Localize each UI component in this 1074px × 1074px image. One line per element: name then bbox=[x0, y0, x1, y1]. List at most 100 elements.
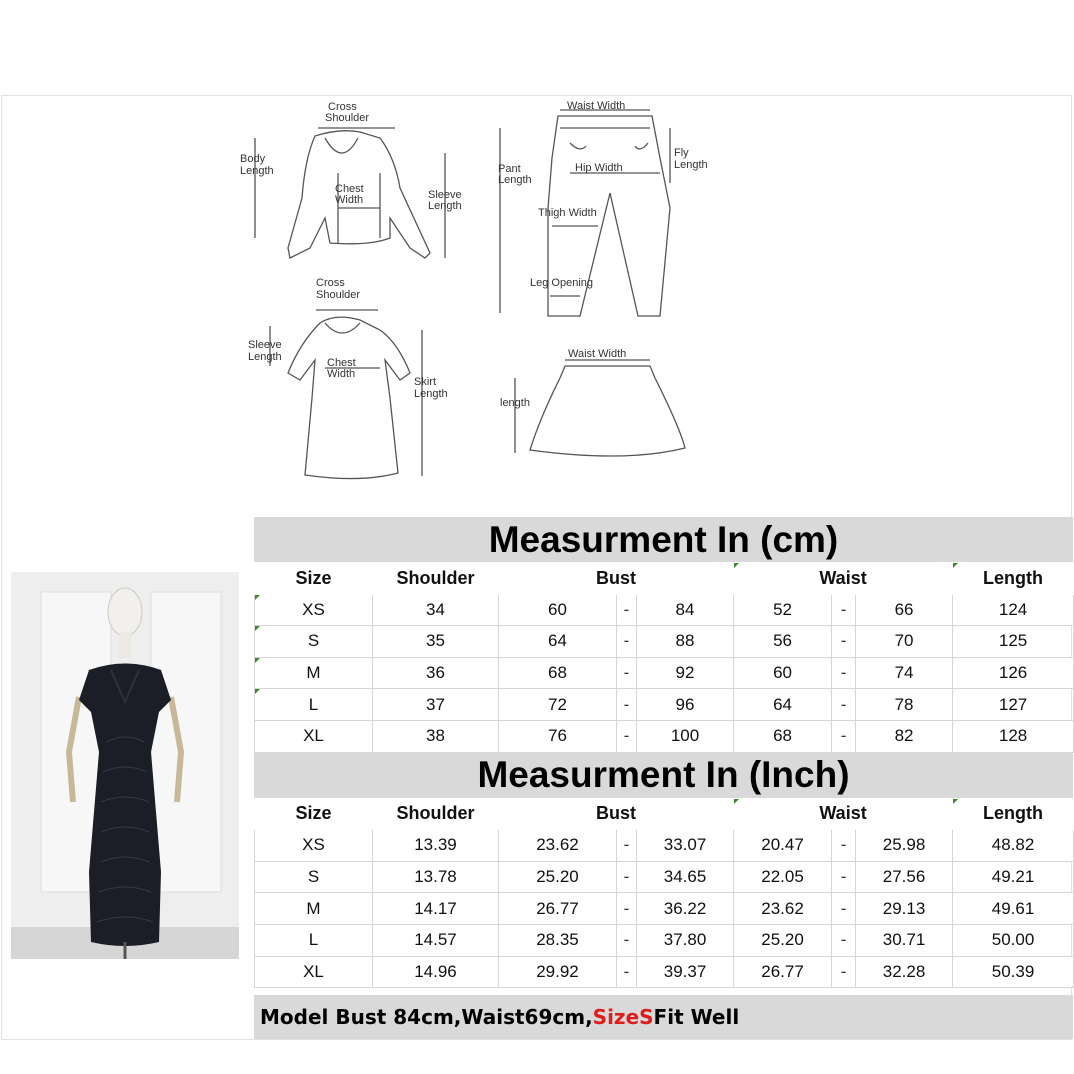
cell-waist-min: 64 bbox=[733, 688, 833, 721]
range-dash: - bbox=[616, 656, 637, 690]
svg-text:Length: Length bbox=[674, 159, 708, 171]
cell-size: L bbox=[254, 688, 373, 721]
cell-length: 50.39 bbox=[952, 955, 1074, 989]
range-dash: - bbox=[831, 688, 857, 721]
svg-text:Waist Width: Waist Width bbox=[568, 348, 626, 360]
svg-text:Width: Width bbox=[335, 194, 363, 206]
cell-size: M bbox=[254, 656, 373, 690]
cell-size: M bbox=[254, 892, 373, 925]
svg-text:Cross: Cross bbox=[316, 277, 345, 289]
inch-header-row: Size Shoulder Bust Waist Length bbox=[254, 797, 1074, 831]
fit-note-suffix: Fit Well bbox=[653, 1005, 740, 1029]
cell-size: S bbox=[254, 860, 373, 894]
cell-size: XS bbox=[254, 829, 373, 862]
table-row: M 14.17 26.77-36.22 23.62-29.13 49.61 bbox=[254, 892, 1074, 925]
svg-text:Length: Length bbox=[428, 200, 462, 212]
cell-shoulder: 34 bbox=[372, 593, 499, 627]
cell-shoulder: 35 bbox=[372, 625, 499, 658]
range-dash: - bbox=[616, 860, 637, 894]
table-row: S 13.78 25.20-34.65 22.05-27.56 49.21 bbox=[254, 860, 1074, 894]
cell-bust-min: 25.20 bbox=[498, 860, 617, 894]
cell-shoulder: 14.96 bbox=[372, 955, 499, 989]
cell-bust-min: 29.92 bbox=[498, 955, 617, 989]
size-tables: Measurment In (cm) Size Shoulder Bust Wa… bbox=[254, 517, 1074, 989]
inch-size-table: Size Shoulder Bust Waist Length XS 13.39 2… bbox=[254, 797, 1074, 989]
header-waist: Waist bbox=[733, 797, 954, 831]
cell-shoulder: 13.39 bbox=[372, 829, 499, 862]
header-bust: Bust bbox=[497, 797, 735, 831]
cm-table-body: XS 34 60-84 52-66 124 S 35 64-88 56-70 125 M 36 68-9… bbox=[254, 593, 1074, 753]
fit-note-size: SizeS bbox=[592, 1005, 654, 1029]
cell-shoulder: 14.17 bbox=[372, 892, 499, 925]
cell-waist-max: 32.28 bbox=[855, 955, 954, 989]
range-dash: - bbox=[831, 892, 857, 925]
cell-length: 49.21 bbox=[952, 860, 1074, 894]
cell-waist-max: 82 bbox=[855, 719, 954, 753]
cell-bust-min: 68 bbox=[498, 656, 617, 690]
range-dash: - bbox=[616, 688, 637, 721]
fit-note-text: Model Bust 84cm,Waist69cm, bbox=[260, 1005, 593, 1029]
table-row: XL 38 76-100 68-82 128 bbox=[254, 719, 1074, 753]
range-dash: - bbox=[616, 955, 637, 989]
cell-shoulder: 37 bbox=[372, 688, 499, 721]
svg-text:Length: Length bbox=[240, 165, 274, 177]
cell-length: 125 bbox=[952, 625, 1074, 658]
cell-bust-max: 33.07 bbox=[635, 829, 735, 862]
cell-waist-max: 30.71 bbox=[855, 923, 954, 957]
cell-waist-min: 56 bbox=[733, 625, 833, 658]
svg-text:Thigh Width: Thigh Width bbox=[538, 207, 597, 219]
header-waist: Waist bbox=[733, 562, 954, 595]
svg-text:Shoulder: Shoulder bbox=[316, 289, 360, 301]
dress-outline bbox=[287, 316, 411, 480]
cell-waist-max: 27.56 bbox=[855, 860, 954, 894]
svg-text:Length: Length bbox=[248, 351, 282, 363]
cell-bust-max: 34.65 bbox=[635, 860, 735, 894]
label-body-length: Body bbox=[240, 153, 266, 165]
range-dash: - bbox=[616, 719, 637, 753]
table-row: XS 34 60-84 52-66 124 bbox=[254, 593, 1074, 627]
range-dash: - bbox=[831, 656, 857, 690]
cell-bust-max: 100 bbox=[635, 719, 735, 753]
cell-shoulder: 38 bbox=[372, 719, 499, 753]
cell-size: XS bbox=[254, 593, 373, 627]
cell-length: 48.82 bbox=[952, 829, 1074, 862]
cell-waist-min: 25.20 bbox=[733, 923, 833, 957]
cell-waist-min: 26.77 bbox=[733, 955, 833, 989]
cell-bust-max: 96 bbox=[635, 688, 735, 721]
cell-bust-max: 84 bbox=[635, 593, 735, 627]
cell-length: 127 bbox=[952, 688, 1074, 721]
cell-size: XL bbox=[254, 955, 373, 989]
svg-text:Skirt: Skirt bbox=[414, 376, 436, 388]
cell-waist-max: 25.98 bbox=[855, 829, 954, 862]
table-row: XL 14.96 29.92-39.37 26.77-32.28 50.39 bbox=[254, 955, 1074, 989]
range-dash: - bbox=[831, 955, 857, 989]
range-dash: - bbox=[831, 829, 857, 862]
cell-waist-max: 66 bbox=[855, 593, 954, 627]
cell-shoulder: 36 bbox=[372, 656, 499, 690]
cell-waist-min: 60 bbox=[733, 656, 833, 690]
header-bust: Bust bbox=[497, 562, 735, 595]
svg-text:Sleeve: Sleeve bbox=[248, 339, 282, 351]
cell-waist-max: 29.13 bbox=[855, 892, 954, 925]
cell-bust-max: 36.22 bbox=[635, 892, 735, 925]
cell-waist-min: 22.05 bbox=[733, 860, 833, 894]
header-shoulder: Shoulder bbox=[372, 797, 499, 831]
cell-bust-min: 23.62 bbox=[498, 829, 617, 862]
cell-size: XL bbox=[254, 719, 373, 753]
table-row: S 35 64-88 56-70 125 bbox=[254, 625, 1074, 658]
header-shoulder: Shoulder bbox=[372, 562, 499, 595]
cell-bust-min: 26.77 bbox=[498, 892, 617, 925]
table-row: M 36 68-92 60-74 126 bbox=[254, 656, 1074, 690]
cell-bust-max: 39.37 bbox=[635, 955, 735, 989]
svg-text:Leg Opening: Leg Opening bbox=[530, 277, 593, 289]
range-dash: - bbox=[831, 593, 857, 627]
range-dash: - bbox=[616, 892, 637, 925]
cell-bust-min: 64 bbox=[498, 625, 617, 658]
range-dash: - bbox=[831, 923, 857, 957]
range-dash: - bbox=[616, 593, 637, 627]
range-dash: - bbox=[831, 625, 857, 658]
svg-text:length: length bbox=[500, 397, 530, 409]
cell-bust-min: 76 bbox=[498, 719, 617, 753]
cell-waist-max: 70 bbox=[855, 625, 954, 658]
cell-bust-max: 37.80 bbox=[635, 923, 735, 957]
